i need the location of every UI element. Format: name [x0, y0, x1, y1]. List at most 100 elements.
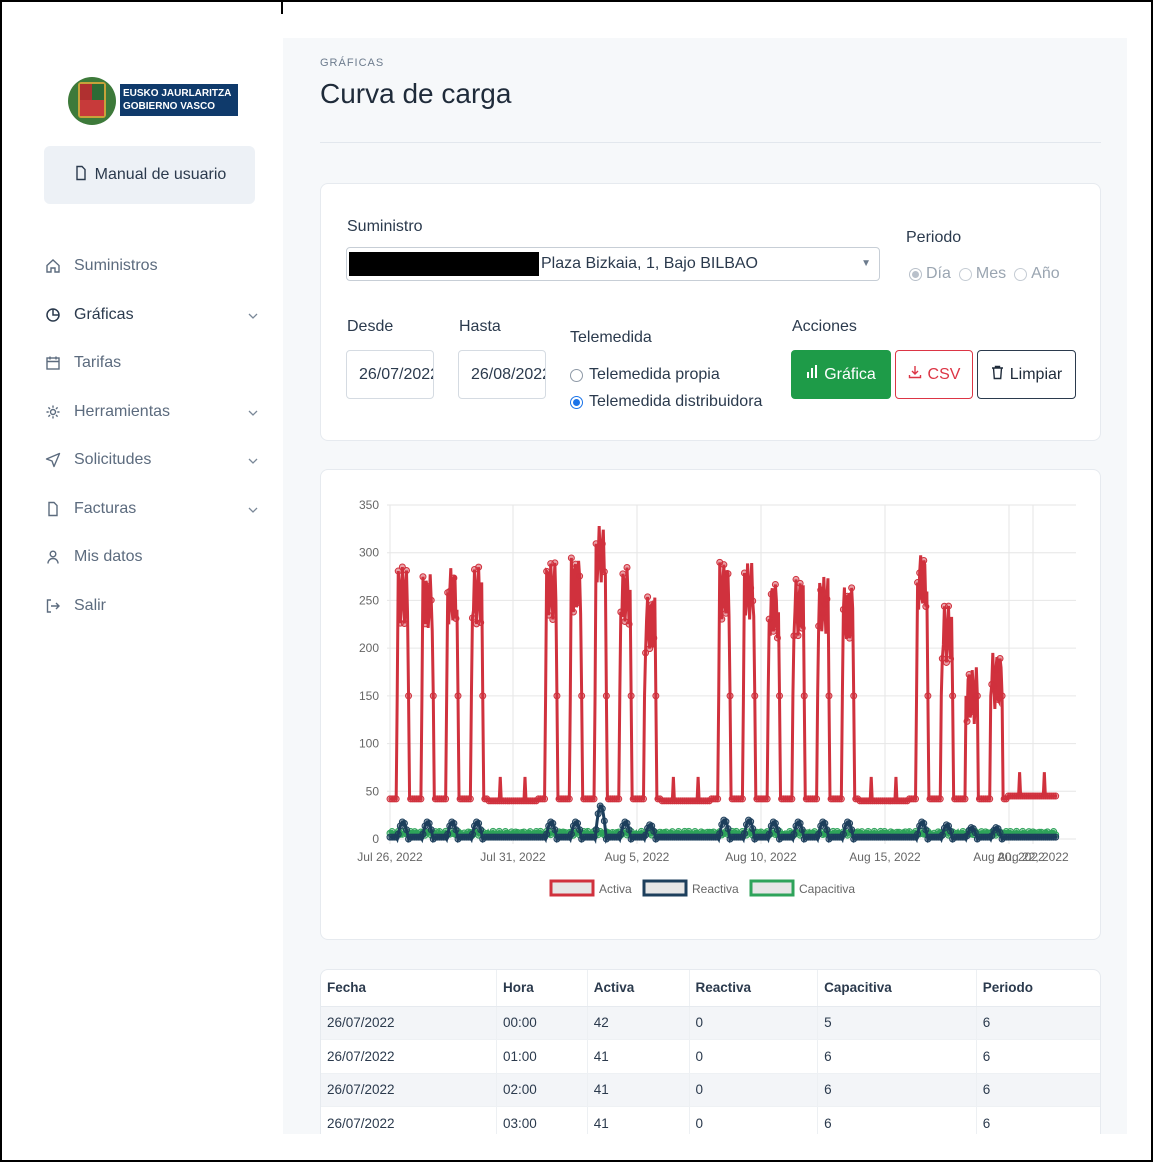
suministro-select[interactable]: Plaza Bizkaia, 1, Bajo BILBAO ▼ — [346, 247, 880, 281]
send-icon — [42, 449, 64, 471]
table-cell: 01:00 — [496, 1039, 588, 1074]
telemedida-propia-radio[interactable] — [570, 368, 583, 382]
telemedida-propia-option[interactable]: Telemedida propia — [570, 366, 720, 384]
activa-point — [819, 610, 827, 618]
reactiva-point — [468, 830, 476, 838]
legend-swatch — [549, 879, 595, 897]
activa-point — [916, 569, 924, 577]
activa-point — [446, 587, 454, 595]
chevron-down-icon — [248, 453, 262, 467]
activa-point — [596, 554, 604, 562]
sidebar-item-herramientas[interactable]: Herramientas — [42, 388, 262, 437]
activa-point — [794, 632, 802, 640]
y-tick-label: 300 — [359, 546, 379, 560]
suministro-value: Plaza Bizkaia, 1, Bajo BILBAO — [541, 255, 758, 272]
reactiva-point — [771, 819, 779, 827]
sidebar-item-facturas[interactable]: Facturas — [42, 485, 262, 534]
sidebar-item-solicitudes[interactable]: Solicitudes — [42, 436, 262, 485]
sidebar-item-salir[interactable]: Salir — [42, 582, 262, 631]
activa-point — [549, 615, 557, 623]
telemedida-distribuidora-radio[interactable] — [570, 395, 583, 409]
table-cell: 26/07/2022 — [321, 1073, 498, 1107]
reactiva-point — [846, 819, 854, 827]
table-header: Hora — [496, 970, 588, 1007]
sidebar-item-graficas[interactable]: Gráficas — [42, 291, 262, 340]
sidebar-item-suministros[interactable]: Suministros — [42, 242, 262, 291]
activa-point — [961, 795, 969, 803]
sidebar-nav: Suministros Gráficas Tarifas Herramientas So… — [42, 242, 262, 630]
gear-icon — [42, 401, 64, 423]
activa-point — [800, 692, 808, 700]
activa-point — [823, 595, 831, 603]
activa-point — [846, 634, 854, 642]
manual-button[interactable]: Manual de usuario — [44, 146, 255, 204]
activa-point — [639, 795, 647, 803]
reactiva-point — [642, 831, 650, 839]
user-icon — [42, 546, 64, 568]
hasta-input[interactable]: 26/08/2022 — [458, 350, 546, 399]
chevron-down-icon — [248, 502, 262, 516]
sidebar-item-label: Gráficas — [74, 305, 134, 323]
reactiva-point — [574, 819, 582, 827]
activa-point — [796, 579, 804, 587]
activa-point — [996, 655, 1004, 663]
limpiar-button[interactable]: Limpiar — [977, 350, 1076, 399]
activa-point — [738, 795, 746, 803]
sidebar-item-tarifas[interactable]: Tarifas — [42, 339, 262, 388]
activa-point — [765, 615, 773, 623]
y-tick-label: 150 — [359, 689, 379, 703]
activa-point — [466, 795, 474, 803]
reactiva-point — [402, 826, 410, 834]
desde-input[interactable]: 26/07/2022 — [346, 350, 434, 399]
reactiva-point — [400, 819, 408, 827]
acciones-label: Acciones — [792, 318, 857, 335]
telemedida-distribuidora-option[interactable]: Telemedida distribuidora — [570, 393, 762, 411]
activa-point — [450, 574, 458, 582]
reactiva-point — [625, 826, 633, 834]
activa-point — [590, 795, 598, 803]
activa-point — [920, 556, 928, 564]
activa-point — [576, 572, 584, 580]
gobierno-vasco-logo[interactable]: EUSKO JAURLARITZA GOBIERNO VASCO — [64, 66, 242, 136]
table-row: 26/07/2022 01:00 41 0 6 6 — [321, 1039, 1100, 1074]
periodo-radio-dia[interactable] — [909, 267, 922, 281]
file-icon — [73, 165, 89, 186]
activa-point — [644, 593, 652, 601]
periodo-radio-ano[interactable] — [1014, 267, 1028, 281]
activa-point — [998, 692, 1006, 700]
data-table: Fecha Hora Activa Reactiva Capacitiva Periodo… — [321, 970, 1100, 1134]
activa-point — [986, 795, 994, 803]
reactiva-point — [394, 830, 402, 838]
activa-point — [773, 634, 781, 642]
reactiva-point — [419, 830, 427, 838]
sidebar-item-mis-datos[interactable]: Mis datos — [42, 533, 262, 582]
x-tick-label: Aug 15, 2022 — [849, 850, 921, 864]
csv-button[interactable]: CSV — [895, 350, 973, 399]
table-header: Capacitiva — [817, 970, 977, 1007]
reactiva-point — [650, 827, 658, 835]
header-divider — [320, 142, 1101, 143]
activa-point — [625, 620, 633, 628]
activa-point — [565, 795, 573, 803]
sidebar: EUSKO JAURLARITZA GOBIERNO VASCO Manual … — [2, 14, 281, 1134]
table-cell: 6 — [817, 1073, 977, 1107]
hasta-label: Hasta — [459, 318, 501, 335]
activa-point — [967, 708, 975, 716]
suministro-label: Suministro — [347, 218, 423, 235]
activa-point — [722, 609, 730, 617]
table-row: 26/07/2022 02:00 41 0 6 6 — [321, 1073, 1100, 1107]
grafica-label: Gráfica — [824, 365, 876, 383]
activa-point — [914, 579, 922, 587]
activa-point — [627, 692, 635, 700]
activa-point — [963, 717, 971, 725]
activa-point — [769, 627, 777, 635]
reactiva-point — [920, 819, 928, 827]
table-cell: 00:00 — [496, 1006, 588, 1040]
periodo-radio-mes[interactable] — [958, 267, 972, 281]
activa-point — [965, 671, 973, 679]
activa-point — [850, 692, 858, 700]
table-cell: 41 — [587, 1106, 690, 1134]
activa-point — [837, 795, 845, 803]
y-tick-label: 250 — [359, 593, 379, 607]
grafica-button[interactable]: Gráfica — [791, 350, 891, 399]
